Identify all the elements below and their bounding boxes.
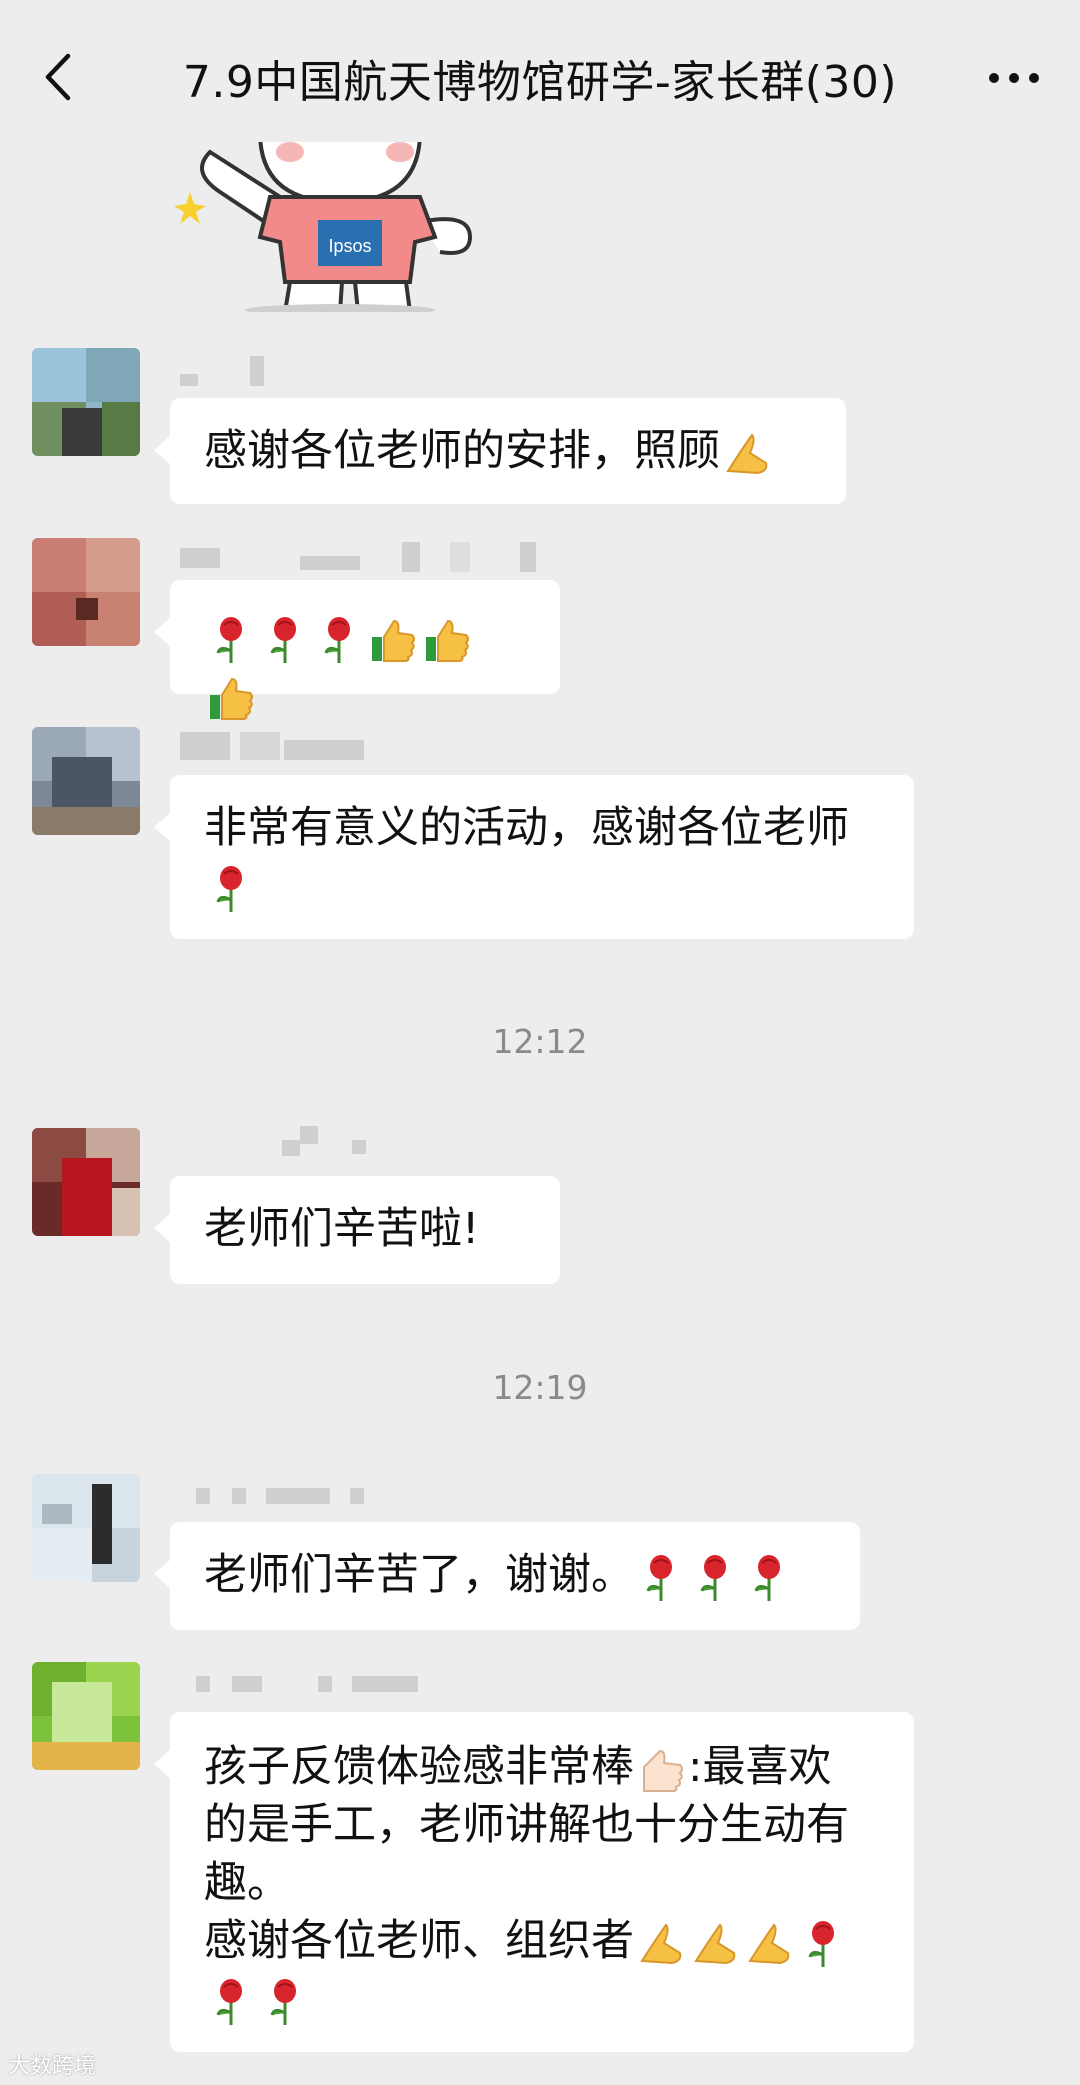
message-text: 感谢各位老师的安排，照顾 [204, 426, 720, 476]
message-text: 老师们辛苦啦! [204, 1204, 480, 1254]
message-text: 感谢各位老师、组织者 [204, 1916, 634, 1966]
rose-icon [216, 865, 242, 912]
message-text: 趣。 [204, 1858, 290, 1908]
avatar[interactable] [32, 1128, 140, 1236]
message-text: 的是手工，老师讲解也十分生动有 [204, 1800, 849, 1850]
rose-icon [646, 1554, 672, 1601]
more-dots-icon[interactable] [986, 58, 1042, 98]
folded-hands-icon [726, 432, 768, 474]
message-text: 老师们辛苦了，谢谢。 [204, 1550, 634, 1600]
message-bubble[interactable]: 非常有意义的活动，感谢各位老师 [154, 775, 914, 939]
avatar[interactable] [32, 1662, 140, 1770]
emoji-row [204, 612, 474, 720]
rose-icon [216, 1978, 242, 2025]
avatar[interactable] [32, 727, 140, 835]
message-bubble[interactable] [154, 580, 560, 720]
rose-icon [270, 1978, 296, 2025]
timestamp: 12:12 [492, 1022, 588, 1061]
thumbs-up-icon [372, 619, 415, 662]
rose-icon [700, 1554, 726, 1601]
sender-name-blurred [180, 356, 300, 386]
timestamp: 12:19 [492, 1368, 588, 1407]
shirt-logo-text: Ipsos [328, 236, 371, 256]
thumbs-up-icon [643, 1749, 683, 1792]
sender-name-blurred [196, 1488, 396, 1518]
message-text: :最喜欢 [688, 1742, 832, 1792]
sender-name-blurred [180, 732, 440, 762]
watermark: 大数跨境 [8, 2054, 97, 2079]
thumbs-up-icon [426, 619, 469, 662]
message-bubble[interactable]: 感谢各位老师的安排，照顾 [154, 398, 846, 504]
chat-title: 7.9中国航天博物馆研学-家长群(30) [182, 57, 898, 108]
sender-name-blurred [196, 1676, 436, 1706]
message-text: 非常有意义的活动，感谢各位老师 [204, 803, 849, 853]
sender-name-blurred [180, 542, 540, 572]
avatar[interactable] [32, 1474, 140, 1582]
chat-header: 7.9中国航天博物馆研学-家长群(30) [0, 0, 1080, 142]
message-bubble[interactable]: 老师们辛苦啦! [154, 1176, 560, 1284]
rose-icon [754, 1554, 780, 1601]
sticker-image[interactable]: Ipsos [170, 142, 500, 312]
message-bubble[interactable]: 孩子反馈体验感非常棒 :最喜欢 的是手工，老师讲解也十分生动有 趣。 感谢各位老师… [154, 1712, 914, 2052]
rose-icon [216, 616, 242, 663]
message-text: 孩子反馈体验感非常棒 [204, 1742, 634, 1792]
rose-icon [270, 616, 296, 663]
avatar[interactable] [32, 348, 140, 456]
thumbs-up-icon [210, 677, 253, 720]
avatar[interactable] [32, 538, 140, 646]
folded-hands-icon [748, 1922, 790, 1964]
rose-icon [324, 616, 350, 663]
message-bubble[interactable]: 老师们辛苦了，谢谢。 [154, 1522, 860, 1630]
sender-name-blurred [282, 1126, 382, 1156]
folded-hands-icon [640, 1922, 682, 1964]
rose-icon [808, 1920, 834, 1967]
folded-hands-icon [694, 1922, 736, 1964]
